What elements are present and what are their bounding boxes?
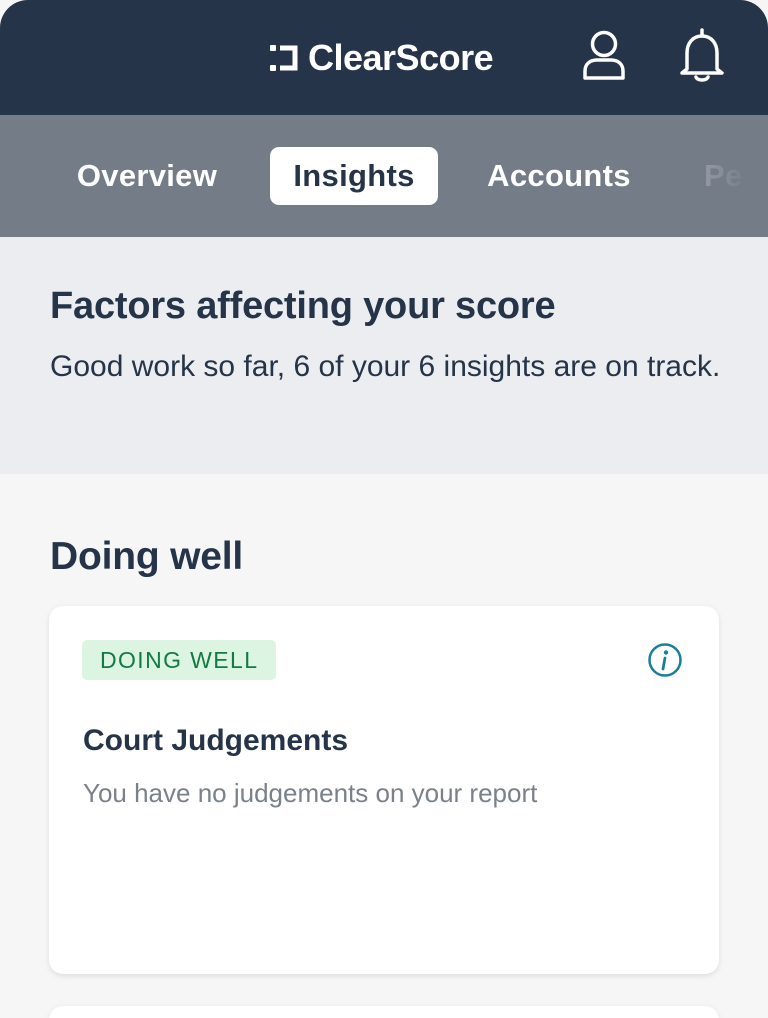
brand-name: ClearScore	[308, 37, 494, 78]
insight-card-next[interactable]	[49, 1006, 719, 1018]
status-badge: DOING WELL	[82, 640, 277, 680]
clearscore-logo-icon	[268, 43, 298, 73]
insight-description: You have no judgements on your report	[83, 778, 538, 808]
tab-partial[interactable]: Pe	[686, 147, 768, 205]
section-title: Doing well	[50, 535, 244, 578]
top-bar: ClearScore	[0, 0, 768, 115]
tab-accounts[interactable]: Accounts	[468, 147, 650, 205]
brand-logo[interactable]: ClearScore	[268, 36, 494, 80]
insight-title: Court Judgements	[83, 724, 349, 757]
info-icon[interactable]	[647, 642, 683, 678]
factors-header: Factors affecting your score Good work s…	[0, 237, 768, 474]
user-icon	[581, 29, 627, 86]
tab-insights[interactable]: Insights	[270, 147, 438, 205]
factors-title: Factors affecting your score	[50, 285, 556, 327]
bell-icon	[679, 27, 725, 88]
factors-subtitle: Good work so far, 6 of your 6 insights a…	[50, 350, 721, 383]
notifications-button[interactable]	[678, 27, 726, 88]
app-screen: ClearScore Overview Insights Accounts Pe…	[0, 0, 768, 1018]
profile-button[interactable]	[580, 28, 628, 86]
tab-bar: Overview Insights Accounts Pe	[0, 115, 768, 237]
tab-overview[interactable]: Overview	[54, 147, 240, 205]
insight-card[interactable]: DOING WELL Court Judgements You have no …	[49, 606, 719, 974]
